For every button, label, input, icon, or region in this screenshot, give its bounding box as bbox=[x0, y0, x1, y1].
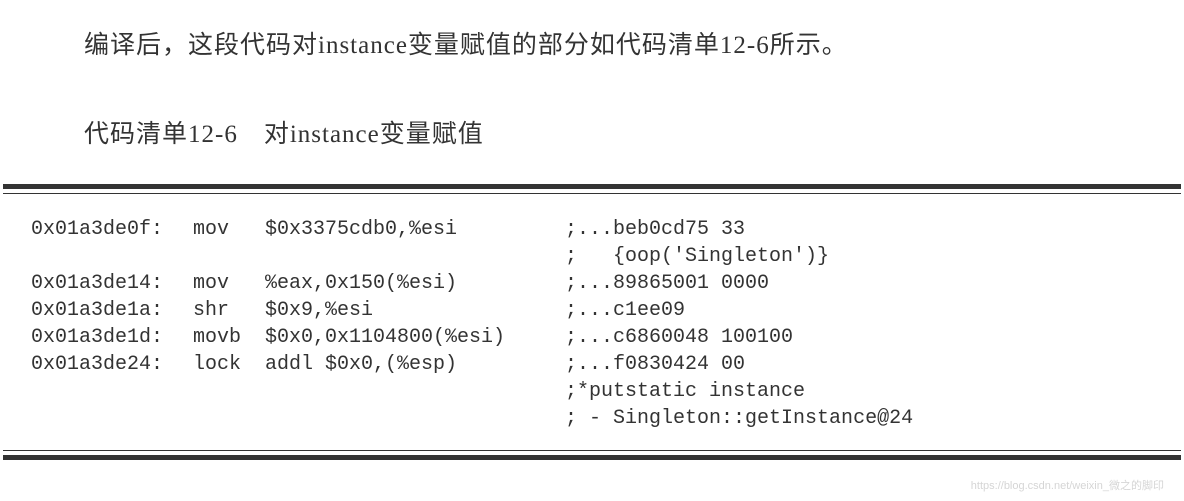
code-comment: ;...c1ee09 bbox=[565, 297, 685, 324]
code-mnemonic: lock bbox=[193, 351, 265, 378]
code-operands: %eax,0x150(%esi) bbox=[265, 270, 565, 297]
code-comment: ;...beb0cd75 33 bbox=[565, 216, 745, 243]
code-addr: 0x01a3de24: bbox=[31, 351, 181, 378]
code-addr: 0x01a3de0f: bbox=[31, 216, 181, 243]
code-comment: ; {oop('Singleton')} bbox=[565, 243, 829, 270]
code-mnemonic: mov bbox=[193, 216, 265, 243]
code-comment: ;*putstatic instance bbox=[565, 378, 805, 405]
intro-paragraph: 编译后，这段代码对instance变量赋值的部分如代码清单12-6所示。 bbox=[84, 25, 848, 61]
code-operands: $0x3375cdb0,%esi bbox=[265, 216, 565, 243]
code-listing-title: 代码清单12-6 对instance变量赋值 bbox=[84, 114, 484, 150]
code-comment: ; - Singleton::getInstance@24 bbox=[565, 405, 913, 432]
code-operands: addl $0x0,(%esp) bbox=[265, 351, 565, 378]
code-addr: 0x01a3de14: bbox=[31, 270, 181, 297]
code-mnemonic: shr bbox=[193, 297, 265, 324]
code-operands: $0x9,%esi bbox=[265, 297, 565, 324]
code-addr: 0x01a3de1a: bbox=[31, 297, 181, 324]
code-comment: ;...89865001 0000 bbox=[565, 270, 769, 297]
code-addr: 0x01a3de1d: bbox=[31, 324, 181, 351]
assembly-code: 0x01a3de0f: mov$0x3375cdb0,%esi;...beb0c… bbox=[3, 193, 1181, 451]
code-mnemonic: movb bbox=[193, 324, 265, 351]
code-listing-block: 0x01a3de0f: mov$0x3375cdb0,%esi;...beb0c… bbox=[3, 184, 1181, 460]
code-mnemonic: mov bbox=[193, 270, 265, 297]
watermark-text: https://blog.csdn.net/weixin_微之的脚印 bbox=[971, 477, 1164, 493]
code-operands: $0x0,0x1104800(%esi) bbox=[265, 324, 565, 351]
code-comment: ;...f0830424 00 bbox=[565, 351, 745, 378]
code-comment: ;...c6860048 100100 bbox=[565, 324, 793, 351]
